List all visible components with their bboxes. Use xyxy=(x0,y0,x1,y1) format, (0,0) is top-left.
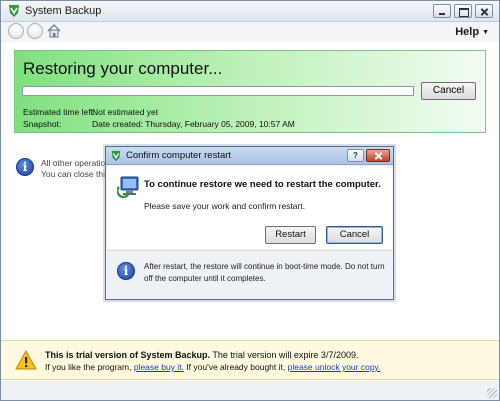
dialog-message: To continue restore we need to restart t… xyxy=(144,179,381,190)
resize-grip[interactable] xyxy=(487,388,497,398)
restart-button[interactable]: Restart xyxy=(265,226,316,244)
background-info-line1: All other operations xyxy=(41,158,111,168)
dialog-title-bar: Confirm computer restart ? xyxy=(106,147,393,165)
dialog-footer-note: After restart, the restore will continue… xyxy=(144,262,385,283)
info-icon xyxy=(16,158,34,176)
trial-notice-line2: If you like the program, please buy it. … xyxy=(45,362,381,372)
dialog-help-button[interactable]: ? xyxy=(347,149,364,162)
time-left-label: Estimated time left: xyxy=(23,107,96,117)
trial-line2-middle: If you've already bought it, xyxy=(183,362,288,372)
trial-notice-line1: This is trial version of System Backup. … xyxy=(45,350,358,360)
restart-computer-icon xyxy=(117,176,139,199)
close-button[interactable] xyxy=(475,4,493,18)
window-title: System Backup xyxy=(25,5,102,17)
chevron-down-icon: ▼ xyxy=(482,29,489,36)
minimize-button[interactable] xyxy=(433,4,451,18)
restore-progress-bar xyxy=(22,86,414,96)
warning-icon xyxy=(15,350,37,370)
forward-button[interactable] xyxy=(27,23,43,39)
time-left-value: Not estimated yet xyxy=(92,107,159,117)
title-bar: System Backup xyxy=(1,1,499,22)
trial-notice-bar: This is trial version of System Backup. … xyxy=(1,340,499,380)
dialog-footer: After restart, the restore will continue… xyxy=(107,250,392,299)
info-icon xyxy=(117,262,135,280)
trial-version-text: This is trial version of System Backup. xyxy=(45,350,211,360)
snapshot-value: Date created: Thursday, February 05, 200… xyxy=(92,119,295,129)
unlock-link[interactable]: please unlock your copy. xyxy=(288,362,381,372)
buy-link[interactable]: please buy it. xyxy=(134,362,184,372)
back-button[interactable] xyxy=(8,23,24,39)
window-controls xyxy=(433,4,493,18)
background-info-text: All other operations You can close this xyxy=(41,158,111,180)
maximize-button[interactable] xyxy=(454,4,472,18)
dialog-title: Confirm computer restart xyxy=(126,150,232,161)
navigation-bar: Help ▼ xyxy=(1,22,499,42)
confirm-restart-dialog: Confirm computer restart ? To continue r… xyxy=(105,146,394,300)
snapshot-label: Snapshot: xyxy=(23,119,62,129)
trial-expire-text: The trial version will expire 3/7/2009. xyxy=(210,350,359,360)
dialog-body: To continue restore we need to restart t… xyxy=(107,166,392,249)
restore-status-panel: Restoring your computer... Cancel Estima… xyxy=(14,50,486,133)
help-menu[interactable]: Help ▼ xyxy=(455,26,489,38)
background-info-line2: You can close this xyxy=(41,169,110,179)
dialog-cancel-button[interactable]: Cancel xyxy=(326,226,383,244)
restore-heading: Restoring your computer... xyxy=(23,59,223,78)
dialog-sub-message: Please save your work and confirm restar… xyxy=(144,201,306,211)
app-logo-icon xyxy=(9,5,19,17)
home-icon[interactable] xyxy=(47,24,61,38)
status-bar xyxy=(1,381,499,400)
app-logo-icon xyxy=(111,150,121,162)
trial-line2-prefix: If you like the program, xyxy=(45,362,134,372)
help-menu-label: Help xyxy=(455,26,480,38)
cancel-restore-button[interactable]: Cancel xyxy=(421,82,476,100)
dialog-close-button[interactable] xyxy=(366,149,390,162)
